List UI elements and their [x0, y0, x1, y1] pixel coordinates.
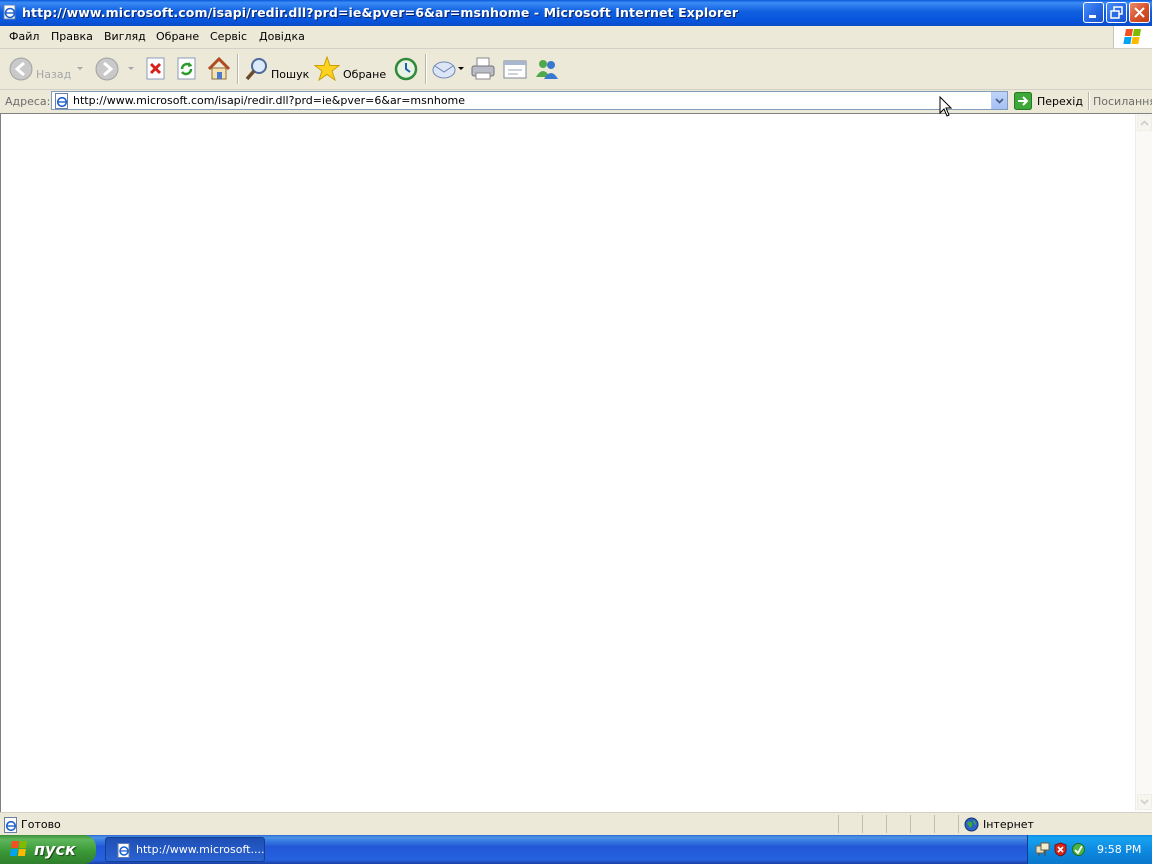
restore-icon	[1110, 6, 1123, 19]
status-text: Готово	[21, 818, 61, 831]
mouse-cursor-icon	[939, 96, 953, 117]
chevron-up-icon	[1140, 120, 1149, 126]
home-icon	[207, 56, 231, 80]
minimize-icon	[1089, 15, 1096, 18]
security-alert-icon[interactable]	[1053, 842, 1068, 857]
links-separator	[1088, 92, 1090, 110]
history-icon	[394, 57, 418, 81]
go-arrow-icon	[1014, 92, 1032, 110]
favorites-label: Обране	[343, 68, 387, 81]
favorites-button[interactable]: Обране	[314, 54, 387, 84]
search-label: Пошук	[271, 68, 310, 81]
menu-help[interactable]: Довідка	[259, 30, 305, 43]
address-dropdown-button[interactable]	[991, 92, 1007, 109]
status-pane	[910, 815, 934, 833]
standard-toolbar: Назад Пошук Обране	[0, 49, 1152, 90]
stop-icon	[146, 57, 165, 80]
status-pane	[838, 815, 862, 833]
menu-view[interactable]: Вигляд	[104, 30, 146, 43]
back-label: Назад	[36, 68, 72, 81]
menu-bar: Файл Правка Вигляд Обране Сервіс Довідка	[0, 26, 1152, 49]
vertical-scrollbar[interactable]	[1135, 114, 1152, 811]
go-button[interactable]: Перехід	[1014, 92, 1084, 110]
refresh-button[interactable]	[176, 54, 198, 84]
menu-tools[interactable]: Сервіс	[210, 30, 247, 43]
refresh-icon	[177, 57, 196, 80]
stop-button[interactable]	[145, 54, 167, 84]
minimize-button[interactable]	[1083, 2, 1104, 23]
links-toolbar[interactable]: Посилання	[1093, 95, 1152, 108]
go-label: Перехід	[1037, 95, 1083, 108]
back-icon	[9, 57, 33, 81]
search-button[interactable]: Пошук	[244, 54, 310, 84]
clock[interactable]: 9:58 PM	[1097, 843, 1141, 856]
taskbar-item-ie[interactable]: http://www.microsoft....	[105, 837, 265, 862]
title-bar[interactable]: http://www.microsoft.com/isapi/redir.dll…	[0, 0, 1152, 26]
menu-favorites[interactable]: Обране	[156, 30, 199, 43]
security-zone: Інтернет	[983, 818, 1034, 831]
windows-flag-icon	[9, 841, 27, 856]
ie-page-icon	[117, 843, 130, 858]
windows-flag-icon	[1123, 29, 1141, 44]
mail-button[interactable]	[432, 54, 456, 84]
scroll-up-button[interactable]	[1137, 115, 1152, 131]
windows-logo	[1113, 26, 1152, 48]
toolbar-separator	[425, 54, 427, 84]
chevron-down-icon	[995, 98, 1004, 104]
address-url: http://www.microsoft.com/isapi/redir.dll…	[73, 94, 466, 107]
status-bar: Готово Інтернет	[0, 812, 1152, 836]
restore-button[interactable]	[1106, 2, 1127, 23]
messenger-icon	[536, 60, 558, 79]
mail-dropdown-icon[interactable]	[458, 67, 464, 70]
status-pane	[862, 815, 886, 833]
taskbar: пуск http://www.microsoft.... 9:58 PM	[0, 835, 1152, 864]
window-title: http://www.microsoft.com/isapi/redir.dll…	[22, 5, 739, 20]
forward-button[interactable]	[95, 54, 121, 84]
forward-dropdown-icon[interactable]	[128, 67, 134, 70]
chevron-down-icon	[1140, 799, 1149, 805]
address-label: Адреса:	[5, 95, 51, 108]
close-button[interactable]	[1129, 2, 1150, 23]
menu-file[interactable]: Файл	[9, 30, 39, 43]
globe-icon	[964, 817, 979, 832]
edit-button[interactable]	[502, 54, 528, 84]
close-icon	[1134, 7, 1145, 18]
address-input[interactable]: http://www.microsoft.com/isapi/redir.dll…	[51, 91, 1008, 110]
ie-page-icon[interactable]	[3, 4, 18, 20]
back-button[interactable]: Назад	[8, 54, 72, 84]
network-icon[interactable]	[1035, 842, 1050, 857]
status-pane	[886, 815, 910, 833]
home-button[interactable]	[206, 54, 232, 84]
update-icon[interactable]	[1071, 842, 1086, 857]
toolbar-separator	[237, 54, 239, 84]
status-pane	[934, 815, 958, 833]
back-dropdown-icon[interactable]	[77, 67, 83, 70]
search-icon	[245, 58, 267, 81]
mail-icon	[432, 61, 456, 79]
forward-icon	[95, 57, 119, 81]
ie-page-icon	[55, 93, 68, 109]
messenger-button[interactable]	[534, 54, 560, 84]
taskbar-item-label: http://www.microsoft....	[136, 843, 265, 856]
history-button[interactable]	[393, 54, 419, 84]
start-label: пуск	[34, 840, 76, 859]
ie-page-icon	[4, 817, 17, 833]
favorites-icon	[314, 56, 340, 82]
page-content[interactable]	[0, 113, 1152, 812]
print-icon	[471, 57, 495, 80]
print-button[interactable]	[470, 54, 496, 84]
scroll-down-button[interactable]	[1137, 794, 1152, 810]
start-button[interactable]: пуск	[0, 835, 96, 864]
system-tray: 9:58 PM	[1027, 835, 1152, 864]
edit-icon	[503, 60, 527, 79]
menu-edit[interactable]: Правка	[51, 30, 93, 43]
address-bar: Адреса: http://www.microsoft.com/isapi/r…	[0, 90, 1152, 114]
